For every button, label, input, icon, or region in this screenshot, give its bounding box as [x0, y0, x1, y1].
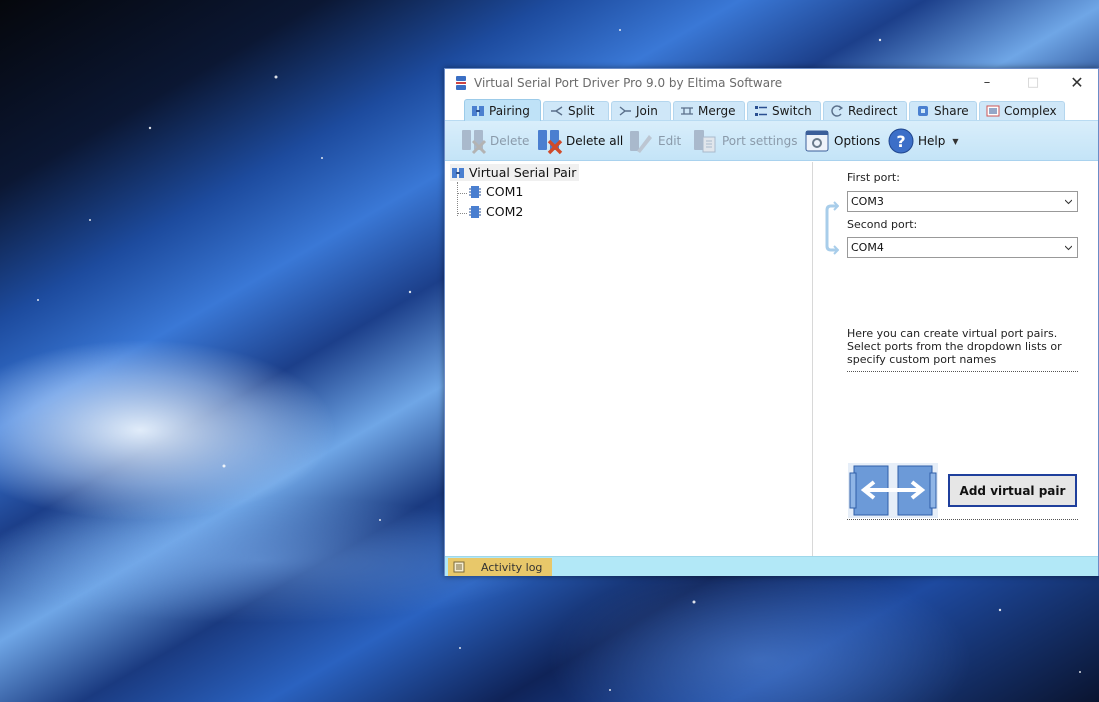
tab-label: Share — [934, 104, 969, 118]
svg-text:?: ? — [896, 132, 905, 151]
second-port-select[interactable]: COM4 — [847, 237, 1078, 258]
tree-connector — [457, 182, 458, 216]
pairing-icon — [472, 105, 484, 116]
edit-button[interactable]: Edit — [627, 126, 681, 156]
second-port-label: Second port: — [847, 218, 918, 231]
delete-all-label: Delete all — [566, 134, 624, 148]
merge-icon — [681, 107, 693, 115]
minimize-button[interactable]: – — [964, 69, 1010, 98]
app-logo-icon — [456, 76, 466, 90]
first-port-label: First port: — [847, 171, 900, 184]
tab-switch[interactable]: Switch — [747, 101, 821, 120]
switch-icon — [755, 106, 767, 116]
port-settings-icon — [694, 130, 716, 153]
help-icon: ? — [888, 128, 914, 154]
tree-item-com2[interactable]: COM2 — [468, 204, 523, 219]
port-icon — [469, 185, 481, 198]
tree-item-virtual-serial-pair[interactable]: Virtual Serial Pair — [450, 164, 580, 181]
tab-label: Join — [636, 104, 658, 118]
tab-bar: Pairing Split Join Merge Switch Redirect… — [445, 99, 1098, 121]
tab-label: Pairing — [489, 103, 530, 118]
tab-complex[interactable]: Complex — [979, 101, 1065, 120]
tab-label: Redirect — [848, 104, 898, 118]
activity-log-tab[interactable]: Activity log — [448, 558, 552, 576]
chevron-down-icon — [1065, 199, 1072, 205]
virtual-pair-icon — [848, 463, 938, 518]
delete-icon — [462, 130, 487, 155]
log-icon — [453, 561, 465, 573]
tab-redirect[interactable]: Redirect — [823, 101, 907, 120]
join-icon — [619, 106, 631, 116]
edit-label: Edit — [658, 134, 682, 148]
tab-split[interactable]: Split — [543, 101, 609, 120]
tree-connector — [457, 193, 467, 194]
link-bracket-icon — [825, 201, 839, 255]
redirect-icon — [831, 105, 844, 117]
first-port-select[interactable]: COM3 — [847, 191, 1078, 212]
options-label: Options — [834, 134, 881, 148]
tree-item-label: COM2 — [486, 204, 524, 219]
share-icon — [918, 106, 928, 116]
toolbar: Delete Delete all Edit Port settings Opt… — [445, 121, 1098, 161]
complex-icon — [986, 105, 1000, 117]
activity-bar: Activity log — [445, 556, 1098, 576]
port-tree: Virtual Serial Pair COM1 COM2 — [446, 162, 812, 556]
maximize-button[interactable]: □ — [1010, 69, 1056, 98]
add-virtual-pair-button[interactable]: Add virtual pair — [948, 474, 1077, 507]
pairing-panel: First port: COM3 Second port: COM4 Here … — [813, 162, 1098, 556]
port-pair-icon — [452, 167, 464, 178]
edit-icon — [630, 131, 652, 153]
second-port-value: COM4 — [851, 241, 884, 254]
options-icon — [805, 130, 829, 152]
tree-item-label: Virtual Serial Pair — [469, 165, 577, 180]
tab-label: Split — [568, 104, 595, 118]
tab-pairing[interactable]: Pairing — [464, 99, 541, 121]
delete-all-button[interactable]: Delete all — [535, 126, 623, 156]
help-button[interactable]: ? Help ▼ — [887, 126, 959, 156]
delete-all-icon — [538, 130, 563, 155]
tab-label: Complex — [1004, 104, 1057, 118]
tab-merge[interactable]: Merge — [673, 101, 745, 120]
separator — [847, 371, 1078, 372]
tab-share[interactable]: Share — [909, 101, 977, 120]
pairing-description: Here you can create virtual port pairs. … — [847, 327, 1062, 366]
options-button[interactable]: Options — [803, 126, 880, 156]
split-icon — [551, 106, 563, 116]
tree-item-com1[interactable]: COM1 — [468, 184, 523, 199]
tab-label: Switch — [772, 104, 812, 118]
activity-log-label: Activity log — [481, 560, 543, 574]
first-port-value: COM3 — [851, 195, 884, 208]
port-settings-button[interactable]: Port settings — [691, 126, 797, 156]
delete-label: Delete — [490, 134, 530, 148]
tab-label: Merge — [698, 104, 736, 118]
title-bar[interactable]: Virtual Serial Port Driver Pro 9.0 by El… — [445, 69, 1098, 98]
window-title: Virtual Serial Port Driver Pro 9.0 by El… — [474, 76, 783, 90]
help-dropdown-icon[interactable]: ▼ — [952, 137, 958, 146]
port-icon — [469, 205, 481, 218]
tree-item-label: COM1 — [486, 184, 524, 199]
tab-join[interactable]: Join — [611, 101, 671, 120]
delete-button[interactable]: Delete — [459, 126, 529, 156]
port-settings-label: Port settings — [722, 134, 798, 148]
help-label: Help — [918, 134, 946, 148]
app-window: Virtual Serial Port Driver Pro 9.0 by El… — [444, 68, 1099, 576]
tree-connector — [457, 213, 467, 214]
chevron-down-icon — [1065, 245, 1072, 251]
separator — [847, 519, 1078, 520]
close-button[interactable]: ✕ — [1054, 69, 1099, 98]
